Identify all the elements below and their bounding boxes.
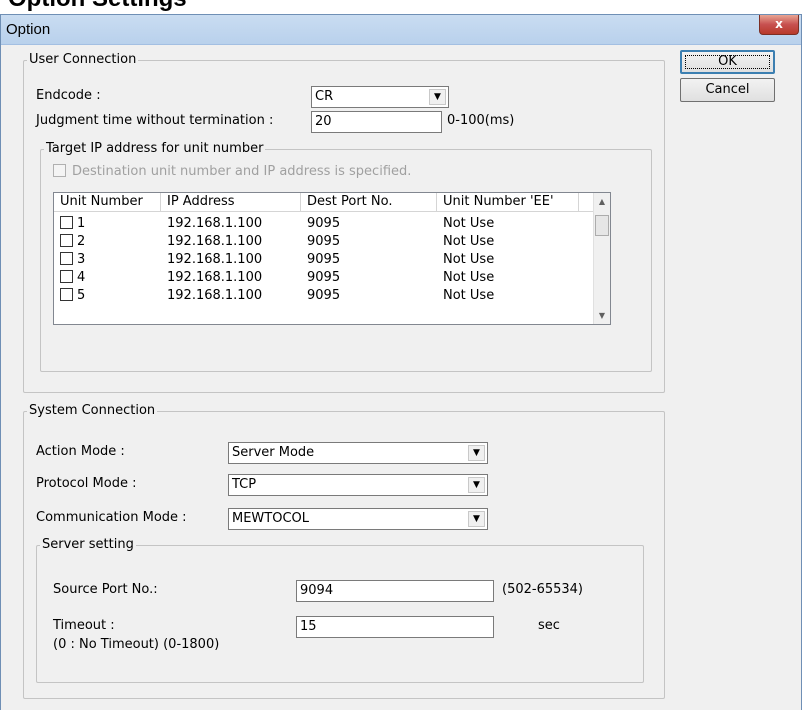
table-row[interactable]: 3 192.168.1.100 9095 Not Use xyxy=(54,251,594,269)
chevron-down-icon[interactable]: ▼ xyxy=(468,477,485,493)
timeout-sublabel: (0 : No Timeout) (0-1800) xyxy=(53,637,220,652)
row-unit-cell[interactable]: 1 xyxy=(60,215,85,233)
user-connection-legend: User Connection xyxy=(27,52,139,68)
endcode-label: Endcode : xyxy=(36,88,101,103)
row-unit-cell[interactable]: 2 xyxy=(60,233,85,251)
row-unit-cell[interactable]: 5 xyxy=(60,287,85,305)
system-connection-group: System Connection Action Mode : Server M… xyxy=(23,403,665,699)
source-port-label: Source Port No.: xyxy=(53,582,158,597)
judgment-time-range: 0-100(ms) xyxy=(447,113,515,128)
row-ee: Not Use xyxy=(443,288,495,303)
dialog-content: OK Cancel User Connection Endcode : CR ▼… xyxy=(8,46,798,709)
column-unit-number-ee[interactable]: Unit Number 'EE' xyxy=(437,193,579,212)
row-ee: Not Use xyxy=(443,216,495,231)
column-ip-address[interactable]: IP Address xyxy=(161,193,301,212)
row-checkbox[interactable] xyxy=(60,288,73,301)
row-checkbox[interactable] xyxy=(60,216,73,229)
timeout-unit: sec xyxy=(538,618,560,633)
table-row[interactable]: 2 192.168.1.100 9095 Not Use xyxy=(54,233,594,251)
close-icon: x xyxy=(775,17,783,31)
row-ee: Not Use xyxy=(443,234,495,249)
title-bar[interactable]: Option x xyxy=(1,15,801,45)
column-unit-number[interactable]: Unit Number xyxy=(54,193,161,212)
action-mode-label: Action Mode : xyxy=(36,444,125,459)
row-unit: 5 xyxy=(77,288,86,303)
unit-ip-list[interactable]: Unit Number IP Address Dest Port No. Uni… xyxy=(53,192,611,325)
close-button[interactable]: x xyxy=(759,15,799,35)
source-port-range: (502-65534) xyxy=(502,582,584,597)
action-mode-select[interactable]: Server Mode ▼ xyxy=(228,442,488,464)
option-dialog: Option x OK Cancel User Connection Endco… xyxy=(0,14,802,710)
communication-mode-value: MEWTOCOL xyxy=(232,511,310,526)
ok-button[interactable]: OK xyxy=(680,50,775,74)
scroll-thumb[interactable] xyxy=(595,215,609,236)
scroll-up-icon[interactable]: ▲ xyxy=(594,193,610,210)
user-connection-group: User Connection Endcode : CR ▼ Judgment … xyxy=(23,52,665,393)
vertical-scrollbar[interactable]: ▲ ▼ xyxy=(593,193,610,324)
row-checkbox[interactable] xyxy=(60,252,73,265)
row-ip: 192.168.1.100 xyxy=(167,216,263,231)
judgment-time-label: Judgment time without termination : xyxy=(36,113,274,128)
protocol-mode-value: TCP xyxy=(232,477,257,492)
window-title: Option xyxy=(6,21,51,38)
target-ip-legend: Target IP address for unit number xyxy=(44,141,266,157)
page-heading-strip: Option Settings xyxy=(0,0,802,14)
system-connection-legend: System Connection xyxy=(27,403,158,419)
row-unit: 4 xyxy=(77,270,86,285)
communication-mode-label: Communication Mode : xyxy=(36,510,187,525)
judgment-time-input[interactable]: 20 xyxy=(311,111,442,133)
chevron-down-icon[interactable]: ▼ xyxy=(468,445,485,461)
action-mode-value: Server Mode xyxy=(232,445,315,460)
endcode-select-value: CR xyxy=(315,89,334,104)
chevron-down-icon[interactable]: ▼ xyxy=(468,511,485,527)
list-header: Unit Number IP Address Dest Port No. Uni… xyxy=(54,193,610,212)
source-port-input[interactable]: 9094 xyxy=(296,580,494,602)
timeout-label: Timeout : xyxy=(53,618,115,633)
row-ee: Not Use xyxy=(443,252,495,267)
row-ip: 192.168.1.100 xyxy=(167,252,263,267)
scroll-down-icon[interactable]: ▼ xyxy=(594,307,610,324)
row-ip: 192.168.1.100 xyxy=(167,270,263,285)
row-ee: Not Use xyxy=(443,270,495,285)
table-row[interactable]: 1 192.168.1.100 9095 Not Use xyxy=(54,215,594,233)
row-port: 9095 xyxy=(307,216,341,231)
row-checkbox[interactable] xyxy=(60,234,73,247)
row-checkbox[interactable] xyxy=(60,270,73,283)
cancel-button-label: Cancel xyxy=(705,82,750,97)
row-ip: 192.168.1.100 xyxy=(167,288,263,303)
column-dest-port[interactable]: Dest Port No. xyxy=(301,193,437,212)
focus-rect xyxy=(685,55,770,69)
checkbox-box[interactable] xyxy=(53,164,66,177)
row-port: 9095 xyxy=(307,270,341,285)
row-unit: 2 xyxy=(77,234,86,249)
table-row[interactable]: 5 192.168.1.100 9095 Not Use xyxy=(54,287,594,305)
row-unit-cell[interactable]: 3 xyxy=(60,251,85,269)
row-unit-cell[interactable]: 4 xyxy=(60,269,85,287)
row-unit: 3 xyxy=(77,252,86,267)
protocol-mode-select[interactable]: TCP ▼ xyxy=(228,474,488,496)
row-port: 9095 xyxy=(307,252,341,267)
row-port: 9095 xyxy=(307,234,341,249)
row-unit: 1 xyxy=(77,216,86,231)
protocol-mode-label: Protocol Mode : xyxy=(36,476,137,491)
row-ip: 192.168.1.100 xyxy=(167,234,263,249)
timeout-input[interactable]: 15 xyxy=(296,616,494,638)
dest-specified-label: Destination unit number and IP address i… xyxy=(72,164,412,179)
cancel-button[interactable]: Cancel xyxy=(680,78,775,102)
server-setting-group: Server setting Source Port No.: 9094 (50… xyxy=(36,537,644,683)
table-row[interactable]: 4 192.168.1.100 9095 Not Use xyxy=(54,269,594,287)
endcode-select[interactable]: CR ▼ xyxy=(311,86,449,108)
server-setting-legend: Server setting xyxy=(40,537,136,553)
row-port: 9095 xyxy=(307,288,341,303)
target-ip-group: Target IP address for unit number Destin… xyxy=(40,141,652,372)
dest-specified-checkbox[interactable]: Destination unit number and IP address i… xyxy=(53,164,411,180)
page-heading: Option Settings xyxy=(8,0,187,12)
chevron-down-icon[interactable]: ▼ xyxy=(429,89,446,105)
communication-mode-select[interactable]: MEWTOCOL ▼ xyxy=(228,508,488,530)
